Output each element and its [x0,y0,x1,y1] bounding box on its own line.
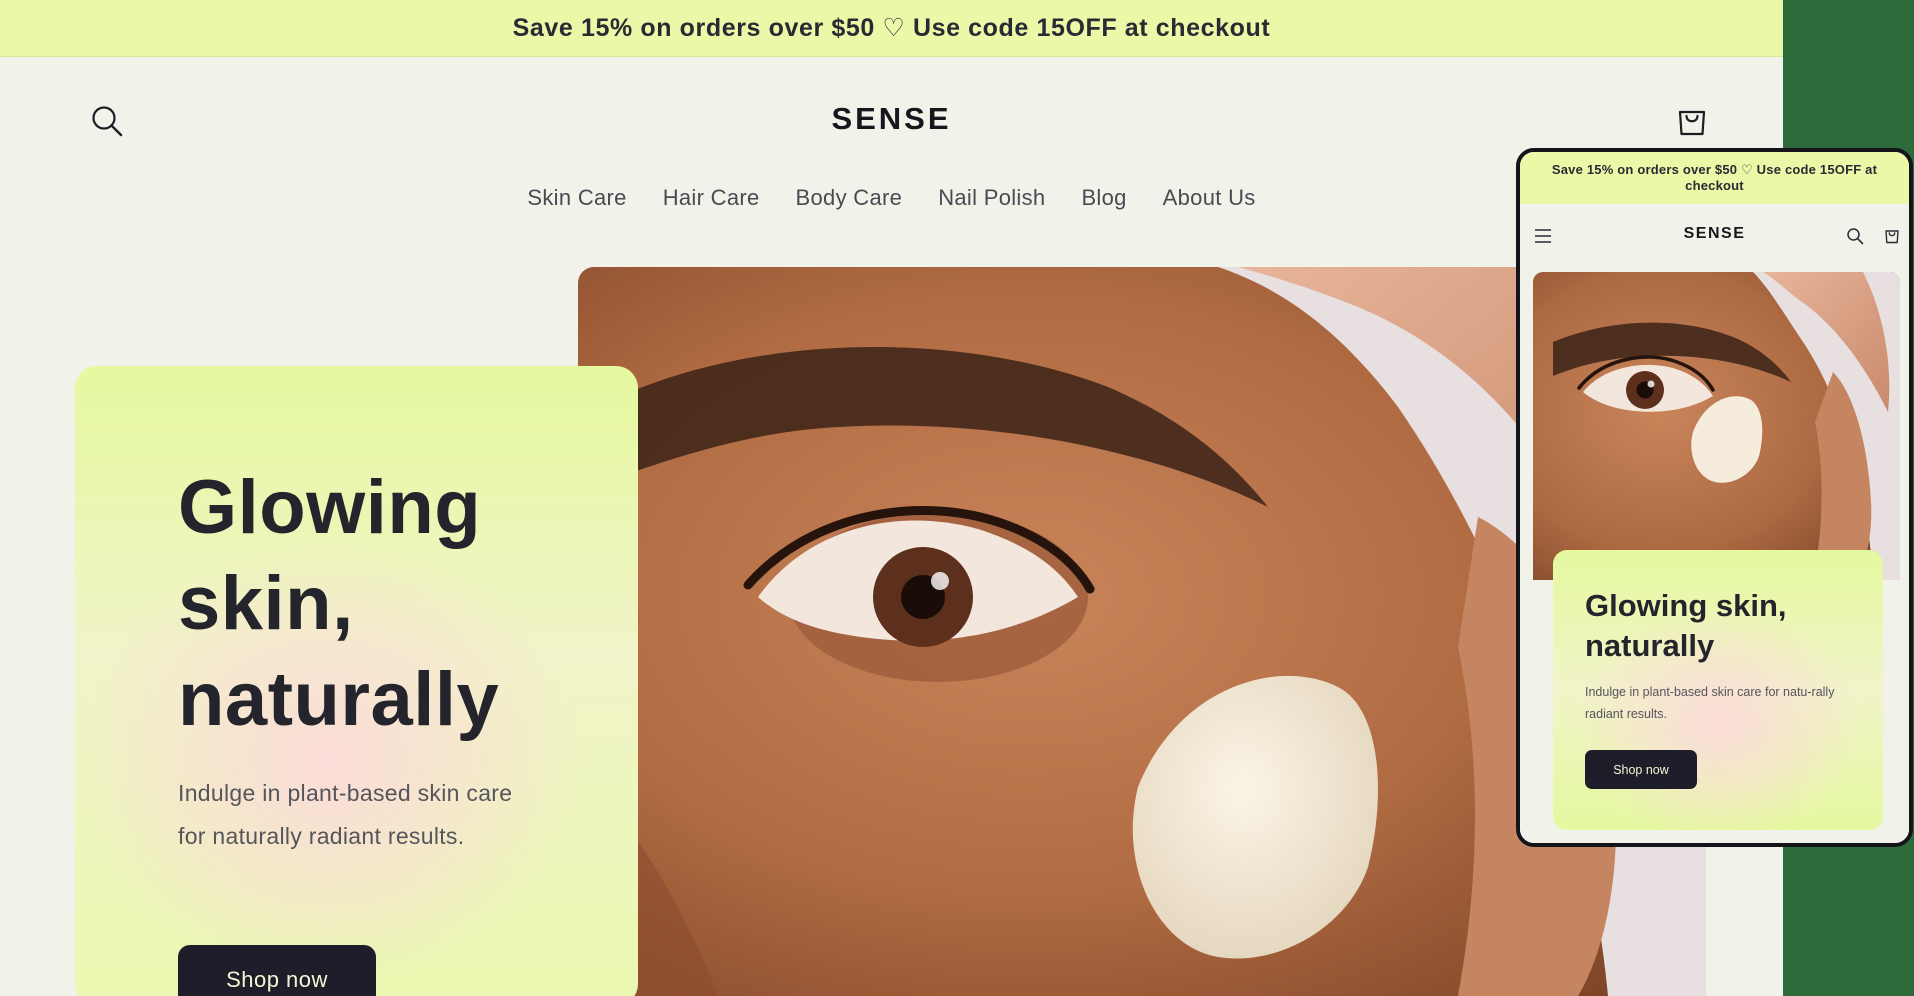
announcement-bar: Save 15% on orders over $50 ♡ Use code 1… [0,0,1783,57]
announcement-text: Save 15% on orders over $50 ♡ Use code 1… [512,14,1271,42]
hero-subtitle: Indulge in plant-based skin care for nat… [178,780,513,849]
nav-item-hair-care[interactable]: Hair Care [663,185,760,211]
nav-item-nail-polish[interactable]: Nail Polish [938,185,1045,211]
mobile-body: Glowing skin, naturally Indulge in plant… [1520,268,1909,843]
cart-icon[interactable] [1674,102,1710,138]
mobile-shop-now-button[interactable]: Shop now [1585,750,1697,789]
mobile-hero-image [1533,272,1900,580]
mobile-hero-title: Glowing skin, naturally [1585,588,1787,663]
site-logo[interactable]: SENSE [0,101,1783,137]
nav-item-skin-care[interactable]: Skin Care [527,185,626,211]
nav-item-about-us[interactable]: About Us [1163,185,1256,211]
mobile-announcement-bar: Save 15% on orders over $50 ♡ Use code 1… [1520,152,1909,204]
mobile-cart-icon[interactable] [1883,226,1901,244]
mobile-hero-card: Glowing skin, naturally Indulge in plant… [1553,550,1883,830]
mobile-announcement-text: Save 15% on orders over $50 ♡ Use code 1… [1551,162,1878,193]
nav-item-body-care[interactable]: Body Care [796,185,903,211]
hero-card: Glowing skin, naturally Indulge in plant… [75,366,638,996]
mobile-preview: Save 15% on orders over $50 ♡ Use code 1… [1516,148,1913,847]
mobile-header: SENSE [1520,204,1909,268]
shop-now-button[interactable]: Shop now [178,945,376,996]
nav-item-blog[interactable]: Blog [1081,185,1126,211]
mobile-search-icon[interactable] [1846,227,1864,245]
mobile-hero-subtitle: Indulge in plant-based skin care for nat… [1585,685,1835,721]
hero-title: Glowing skin, naturally [178,465,500,742]
